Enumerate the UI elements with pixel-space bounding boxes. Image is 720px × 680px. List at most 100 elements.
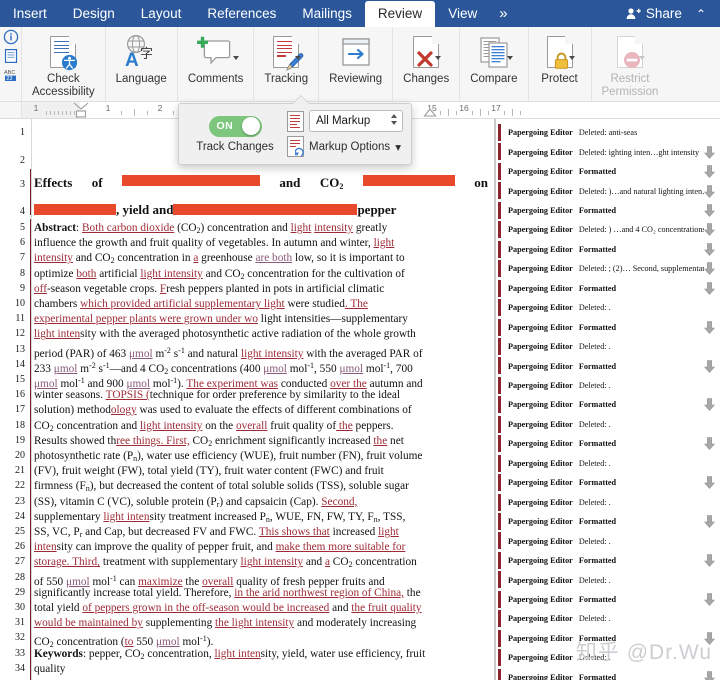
revision-entry[interactable]: Papergoing Editor Deleted: ; (2)… Second,… (496, 259, 720, 278)
revisions-pane[interactable]: Papergoing Editor Deleted: anti-seas Paper… (495, 119, 720, 680)
comments-button[interactable]: Comments (178, 30, 254, 86)
text-run: photosynthetic rate (P (34, 450, 134, 462)
spelling-check-icon[interactable]: ABC 23 (3, 67, 19, 83)
markup-display-stepper-icon[interactable] (391, 114, 397, 125)
revision-author: Papergoing Editor (508, 575, 573, 585)
revision-entry[interactable]: Papergoing Editor Formatted (496, 668, 720, 680)
tab-layout[interactable]: Layout (128, 1, 195, 27)
line-number: 15 (15, 374, 25, 385)
text-run: Results showed th (34, 434, 117, 447)
revision-entry[interactable]: Papergoing Editor Deleted: ) …and 4 CO₂ c… (496, 220, 720, 239)
tab-design[interactable]: Design (60, 1, 128, 27)
title-of: of (91, 175, 103, 190)
revision-expand-arrow-icon[interactable] (704, 262, 715, 276)
tracking-button[interactable]: Tracking (254, 30, 318, 86)
revision-entry[interactable]: Papergoing Editor Formatted (496, 551, 720, 570)
text-run: greatly (353, 222, 388, 234)
revision-entry[interactable]: Papergoing Editor Deleted: anti-seas (496, 123, 720, 142)
title-line-2: , yield and pepper (34, 202, 488, 217)
document-page[interactable]: 1 2 3 4 5 6 7 8 9 10 11 12 13 14 15 16 17 18 19 20 21 22 23 24 2… (0, 119, 495, 680)
tab-view[interactable]: View (435, 1, 490, 27)
markup-display-select[interactable]: All Markup (309, 110, 403, 132)
revision-description: Deleted: . (578, 303, 611, 313)
revision-entry[interactable]: Papergoing Editor Formatted (496, 162, 720, 181)
tab-insert[interactable]: Insert (0, 1, 60, 27)
revision-expand-arrow-icon[interactable] (704, 204, 715, 217)
revision-entry[interactable]: Papergoing Editor Formatted (496, 473, 720, 492)
text-run: overall (236, 419, 268, 432)
indent-marker-right-icon[interactable] (423, 104, 437, 121)
title-pepper: pepper (357, 202, 397, 217)
indent-marker-left-icon[interactable] (70, 102, 92, 119)
protect-button[interactable]: Protect (529, 30, 591, 86)
revision-entry[interactable]: Papergoing Editor Formatted (496, 240, 720, 259)
revision-expand-arrow-icon[interactable] (704, 476, 715, 490)
revision-expand-arrow-icon[interactable] (704, 671, 715, 680)
revision-entry[interactable]: Papergoing Editor Deleted: )…and natural … (496, 181, 720, 200)
revision-entry[interactable]: Papergoing Editor Deleted: . (496, 298, 720, 317)
check-accessibility-button[interactable]: Check Accessibility (22, 30, 105, 98)
revision-expand-arrow-icon[interactable] (704, 554, 715, 567)
revision-entry[interactable]: Papergoing Editor Deleted: . (496, 415, 720, 434)
markup-options-row[interactable]: Markup Options ▾ (287, 136, 403, 157)
changes-button[interactable]: Changes (393, 30, 459, 86)
revision-expand-arrow-icon[interactable] (704, 184, 715, 198)
title-yield-and: , yield and (116, 202, 174, 217)
revision-expand-arrow-icon[interactable] (704, 282, 715, 295)
text-run: ) and capsaicin (Cap). (219, 495, 322, 508)
revision-expand-arrow-icon[interactable] (704, 359, 715, 373)
revision-entry[interactable]: Papergoing Editor Deleted: . (496, 337, 720, 356)
revision-author: Papergoing Editor (508, 556, 573, 566)
text-run: 550 (133, 636, 156, 649)
revision-entry[interactable]: Papergoing Editor Deleted: . (496, 454, 720, 473)
revision-expand-arrow-icon[interactable] (704, 223, 715, 237)
revision-entry[interactable]: Papergoing Editor Formatted (496, 512, 720, 531)
restrict-permission-button[interactable]: Restrict Permission (592, 30, 669, 98)
revision-expand-arrow-icon[interactable] (704, 593, 715, 606)
revision-entry[interactable]: Papergoing Editor Formatted (496, 201, 720, 220)
text-run: peppers. (352, 419, 394, 432)
revision-entry[interactable]: Papergoing Editor Formatted (496, 279, 720, 298)
revision-entry[interactable]: Papergoing Editor Formatted (496, 356, 720, 375)
revision-expand-arrow-icon[interactable] (704, 145, 715, 159)
language-button[interactable]: A 字 Language (106, 30, 177, 86)
revision-expand-arrow-icon[interactable] (704, 398, 715, 412)
revision-entry[interactable]: Papergoing Editor Deleted: . (496, 531, 720, 550)
track-changes-toggle[interactable]: ON (208, 115, 262, 137)
tab-mailings[interactable]: Mailings (289, 1, 365, 27)
redaction-bar-3 (34, 204, 116, 215)
revision-expand-arrow-icon[interactable] (704, 243, 715, 256)
tab-references[interactable]: References (194, 1, 289, 27)
collapse-ribbon-icon[interactable]: ⌃ (690, 3, 712, 27)
ruler-number: 2 (157, 103, 163, 113)
revision-expand-arrow-icon[interactable] (704, 320, 715, 334)
revision-entry[interactable]: Papergoing Editor Deleted: ighting inten…… (496, 142, 720, 161)
more-tabs-icon[interactable]: » (490, 1, 516, 27)
share-button[interactable]: Share (618, 2, 690, 27)
text-run: concentrations (400 (168, 362, 264, 375)
tab-review[interactable]: Review (364, 1, 436, 27)
revision-entry[interactable]: Papergoing Editor Formatted (496, 395, 720, 414)
markup-options-caret-icon[interactable]: ▾ (395, 140, 401, 154)
revision-author: Papergoing Editor (508, 633, 573, 643)
document-text-line: winter seasons. TOPSIS (technique for or… (34, 389, 488, 402)
revision-entry[interactable]: Papergoing Editor Deleted: . (496, 570, 720, 589)
text-run: light (378, 526, 399, 538)
reviewing-button[interactable]: Reviewing (319, 30, 392, 86)
revision-entry[interactable]: Papergoing Editor Formatted (496, 318, 720, 337)
revision-entry[interactable]: Papergoing Editor Deleted: . (496, 493, 720, 512)
info-icon[interactable] (3, 29, 19, 45)
revision-entry[interactable]: Papergoing Editor Deleted: . (496, 376, 720, 395)
document-text-line: off-season vegetable crops. Fresh pepper… (34, 283, 488, 296)
revision-entry[interactable]: Papergoing Editor Deleted: . (496, 609, 720, 628)
revision-entry[interactable]: Papergoing Editor Formatted (496, 590, 720, 609)
page-list-icon[interactable] (3, 48, 19, 64)
revision-expand-arrow-icon[interactable] (704, 437, 715, 451)
document-body-text[interactable]: Effects of and CO2 on , yield and pepper … (34, 119, 488, 680)
markup-options-label[interactable]: Markup Options (309, 141, 390, 153)
revision-expand-arrow-icon[interactable] (704, 515, 715, 529)
compare-button[interactable]: Compare (460, 30, 527, 86)
text-run: quality of fresh pepper fruits and (233, 575, 385, 588)
revision-entry[interactable]: Papergoing Editor Formatted (496, 434, 720, 453)
revision-expand-arrow-icon[interactable] (704, 165, 715, 178)
